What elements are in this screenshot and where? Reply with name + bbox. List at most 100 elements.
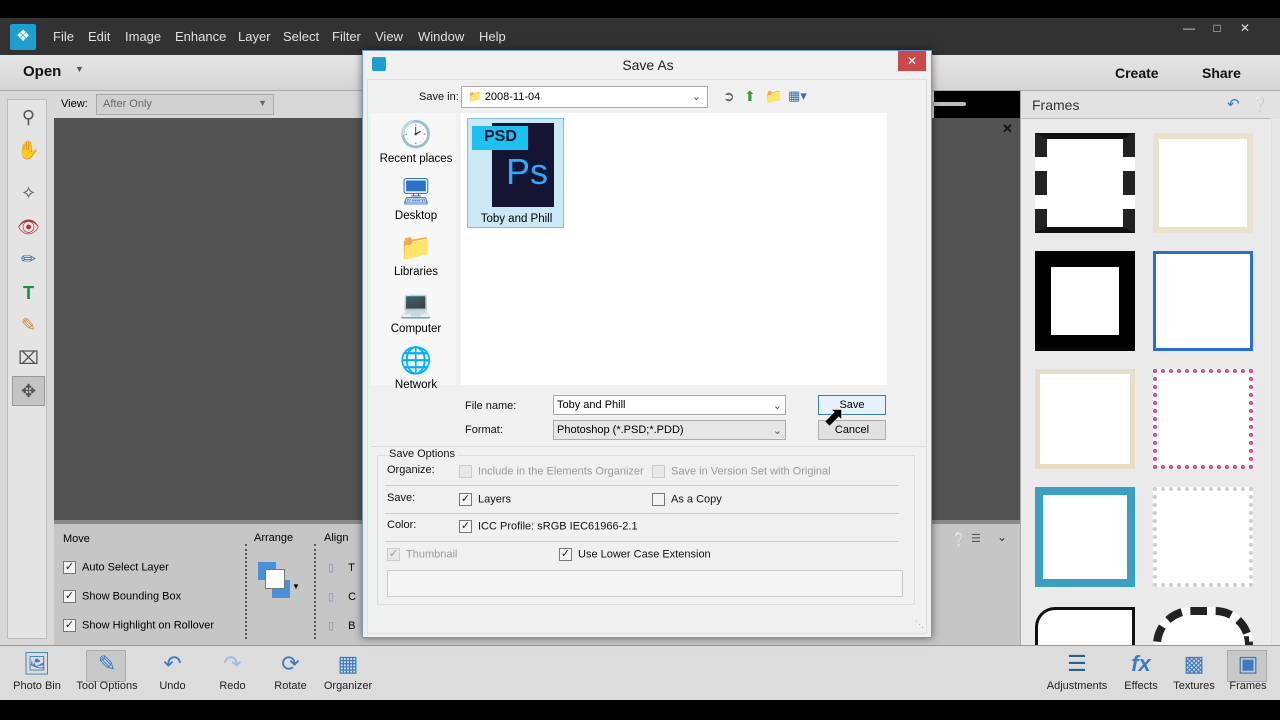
place-network[interactable]: 🌐 Network	[371, 345, 461, 391]
effects-button[interactable]: fx Effects	[1118, 646, 1164, 701]
libraries-icon: 📁	[399, 232, 433, 262]
file-item[interactable]: Ps PSD Toby and Phill	[467, 118, 564, 228]
align-center-button[interactable]: ▯ C	[328, 590, 356, 603]
minimize-icon[interactable]: —	[1176, 20, 1202, 36]
resize-grip-icon[interactable]: ⋱	[915, 619, 924, 630]
highlight-checkbox[interactable]: ✓ Show Highlight on Rollover	[63, 619, 214, 632]
zoom-slider[interactable]	[932, 102, 966, 106]
file-name-field-label: File name:	[465, 400, 517, 412]
crop-tool-icon[interactable]: ⌧	[12, 343, 45, 373]
tool-options-icon: ✎	[97, 651, 117, 676]
maximize-icon[interactable]: □	[1204, 20, 1230, 36]
place-computer[interactable]: 💻 Computer	[371, 289, 461, 335]
rotate-button[interactable]: ⟳ Rotate	[268, 646, 313, 701]
open-button[interactable]: Open	[23, 63, 61, 80]
frame-thumb-film[interactable]	[1035, 133, 1135, 233]
layers-checkbox[interactable]: ✓ Layers	[459, 493, 511, 506]
align-title: Align	[324, 532, 349, 544]
hand-tool-icon[interactable]: ✋	[12, 135, 45, 165]
reset-icon[interactable]: ↶	[1227, 95, 1240, 113]
menu-edit[interactable]: Edit	[88, 29, 110, 44]
frames-button[interactable]: ▣ Frames	[1224, 646, 1272, 701]
place-recent[interactable]: 🕑 Recent places	[371, 119, 461, 165]
frame-thumb-bubble[interactable]	[1035, 607, 1135, 645]
lower-case-checkbox[interactable]: ✓ Use Lower Case Extension	[559, 548, 711, 561]
view-value: After Only	[103, 98, 152, 110]
options-menu-icon[interactable]: ☰	[971, 532, 981, 545]
close-canvas-icon[interactable]: ✕	[1002, 121, 1013, 137]
back-icon[interactable]: ➲	[723, 88, 735, 105]
menu-select[interactable]: Select	[283, 29, 319, 44]
frame-thumb-flowers[interactable]	[1153, 369, 1253, 469]
bounding-box-checkbox[interactable]: ✓ Show Bounding Box	[63, 590, 181, 603]
adjustments-button[interactable]: ☰ Adjustments	[1042, 646, 1112, 701]
network-icon: 🌐	[399, 345, 433, 375]
brush-tool-icon[interactable]: ✏	[12, 244, 45, 274]
menu-view[interactable]: View	[375, 29, 403, 44]
place-desktop[interactable]: 🖥 Desktop	[371, 176, 461, 222]
effects-icon: fx	[1131, 651, 1151, 676]
computer-icon: 💻	[399, 289, 433, 319]
type-tool-icon[interactable]: T	[12, 278, 45, 308]
view-select[interactable]: After Only ▼	[96, 94, 274, 115]
format-select[interactable]: Photoshop (*.PSD;*.PDD) ⌄	[553, 420, 786, 440]
close-icon[interactable]: ✕	[1232, 20, 1258, 36]
adjustments-icon: ☰	[1067, 651, 1087, 676]
menu-image[interactable]: Image	[125, 29, 161, 44]
menu-enhance[interactable]: Enhance	[175, 29, 226, 44]
create-button[interactable]: Create	[1115, 65, 1159, 81]
menu-file[interactable]: File	[53, 29, 74, 44]
share-button[interactable]: Share	[1202, 65, 1241, 81]
up-folder-icon[interactable]: ⬆	[744, 88, 756, 105]
new-folder-icon[interactable]: 📁	[765, 88, 782, 105]
panel-title: Frames	[1032, 97, 1080, 113]
photo-bin-button[interactable]: 🖼 Photo Bin	[8, 646, 66, 701]
undo-button[interactable]: ↶ Undo	[150, 646, 195, 701]
menu-filter[interactable]: Filter	[332, 29, 361, 44]
arrange-icon[interactable]: ▼	[258, 562, 300, 598]
textures-icon: ▩	[1183, 651, 1205, 676]
file-name-input[interactable]: Toby and Phill ⌄	[553, 395, 786, 415]
move-tool-icon[interactable]: ✥	[12, 376, 45, 406]
quick-select-tool-icon[interactable]: ✧	[12, 178, 45, 208]
eraser-tool-icon[interactable]: ✎	[12, 310, 45, 340]
align-top-button[interactable]: ▯ T	[328, 561, 355, 574]
red-eye-tool-icon[interactable]: 👁	[12, 212, 45, 242]
psd-badge: PSD	[472, 126, 528, 150]
dialog-close-button[interactable]: ✕	[898, 51, 926, 71]
menu-layer[interactable]: Layer	[238, 29, 271, 44]
frames-panel: Frames ↶ ❔	[1020, 91, 1280, 645]
menu-bar	[0, 0, 1280, 55]
panel-help-icon[interactable]: ❔	[1251, 96, 1268, 113]
tool-options-button[interactable]: ✎ Tool Options	[72, 646, 142, 701]
collapse-icon[interactable]: ⌄	[997, 530, 1007, 544]
desktop-icon: 🖥	[399, 176, 433, 206]
save-options-title: Save Options	[387, 448, 458, 460]
zoom-tool-icon[interactable]: ⚲	[12, 102, 45, 132]
auto-select-checkbox[interactable]: ✓ Auto Select Layer	[63, 561, 169, 574]
scrollbar[interactable]	[1272, 119, 1280, 645]
frame-thumb-paper[interactable]	[1153, 133, 1253, 233]
frame-thumb-selected[interactable]	[1153, 251, 1253, 351]
frame-thumb-blue[interactable]	[1035, 487, 1135, 587]
frame-thumb-cream[interactable]	[1035, 369, 1135, 469]
thumbnail-checkbox[interactable]: ✓ Thumbnail	[387, 548, 457, 561]
organizer-button[interactable]: ▦ Organizer	[320, 646, 376, 701]
as-copy-checkbox[interactable]: As a Copy	[652, 493, 722, 506]
help-icon[interactable]: ❔	[951, 532, 967, 548]
icc-profile-checkbox[interactable]: ✓ ICC Profile: sRGB IEC61966-2.1	[459, 520, 638, 533]
menu-window[interactable]: Window	[418, 29, 464, 44]
organizer-icon: ▦	[337, 651, 359, 676]
frame-thumb-black[interactable]	[1035, 251, 1135, 351]
align-bottom-button[interactable]: ▯ B	[328, 619, 355, 632]
include-organizer-checkbox[interactable]: Include in the Elements Organizer	[459, 465, 644, 478]
open-dropdown-icon[interactable]: ▼	[75, 64, 84, 74]
version-set-checkbox[interactable]: Save in Version Set with Original	[652, 465, 831, 478]
place-libraries[interactable]: 📁 Libraries	[371, 232, 461, 278]
redo-button[interactable]: ↷ Redo	[210, 646, 255, 701]
menu-help[interactable]: Help	[479, 29, 506, 44]
view-menu-icon[interactable]: ▦▾	[788, 88, 807, 104]
frame-thumb-stamp[interactable]	[1153, 487, 1253, 587]
textures-button[interactable]: ▩ Textures	[1170, 646, 1218, 701]
save-in-select[interactable]: 📁 2008-11-04 ⌄	[461, 86, 708, 108]
